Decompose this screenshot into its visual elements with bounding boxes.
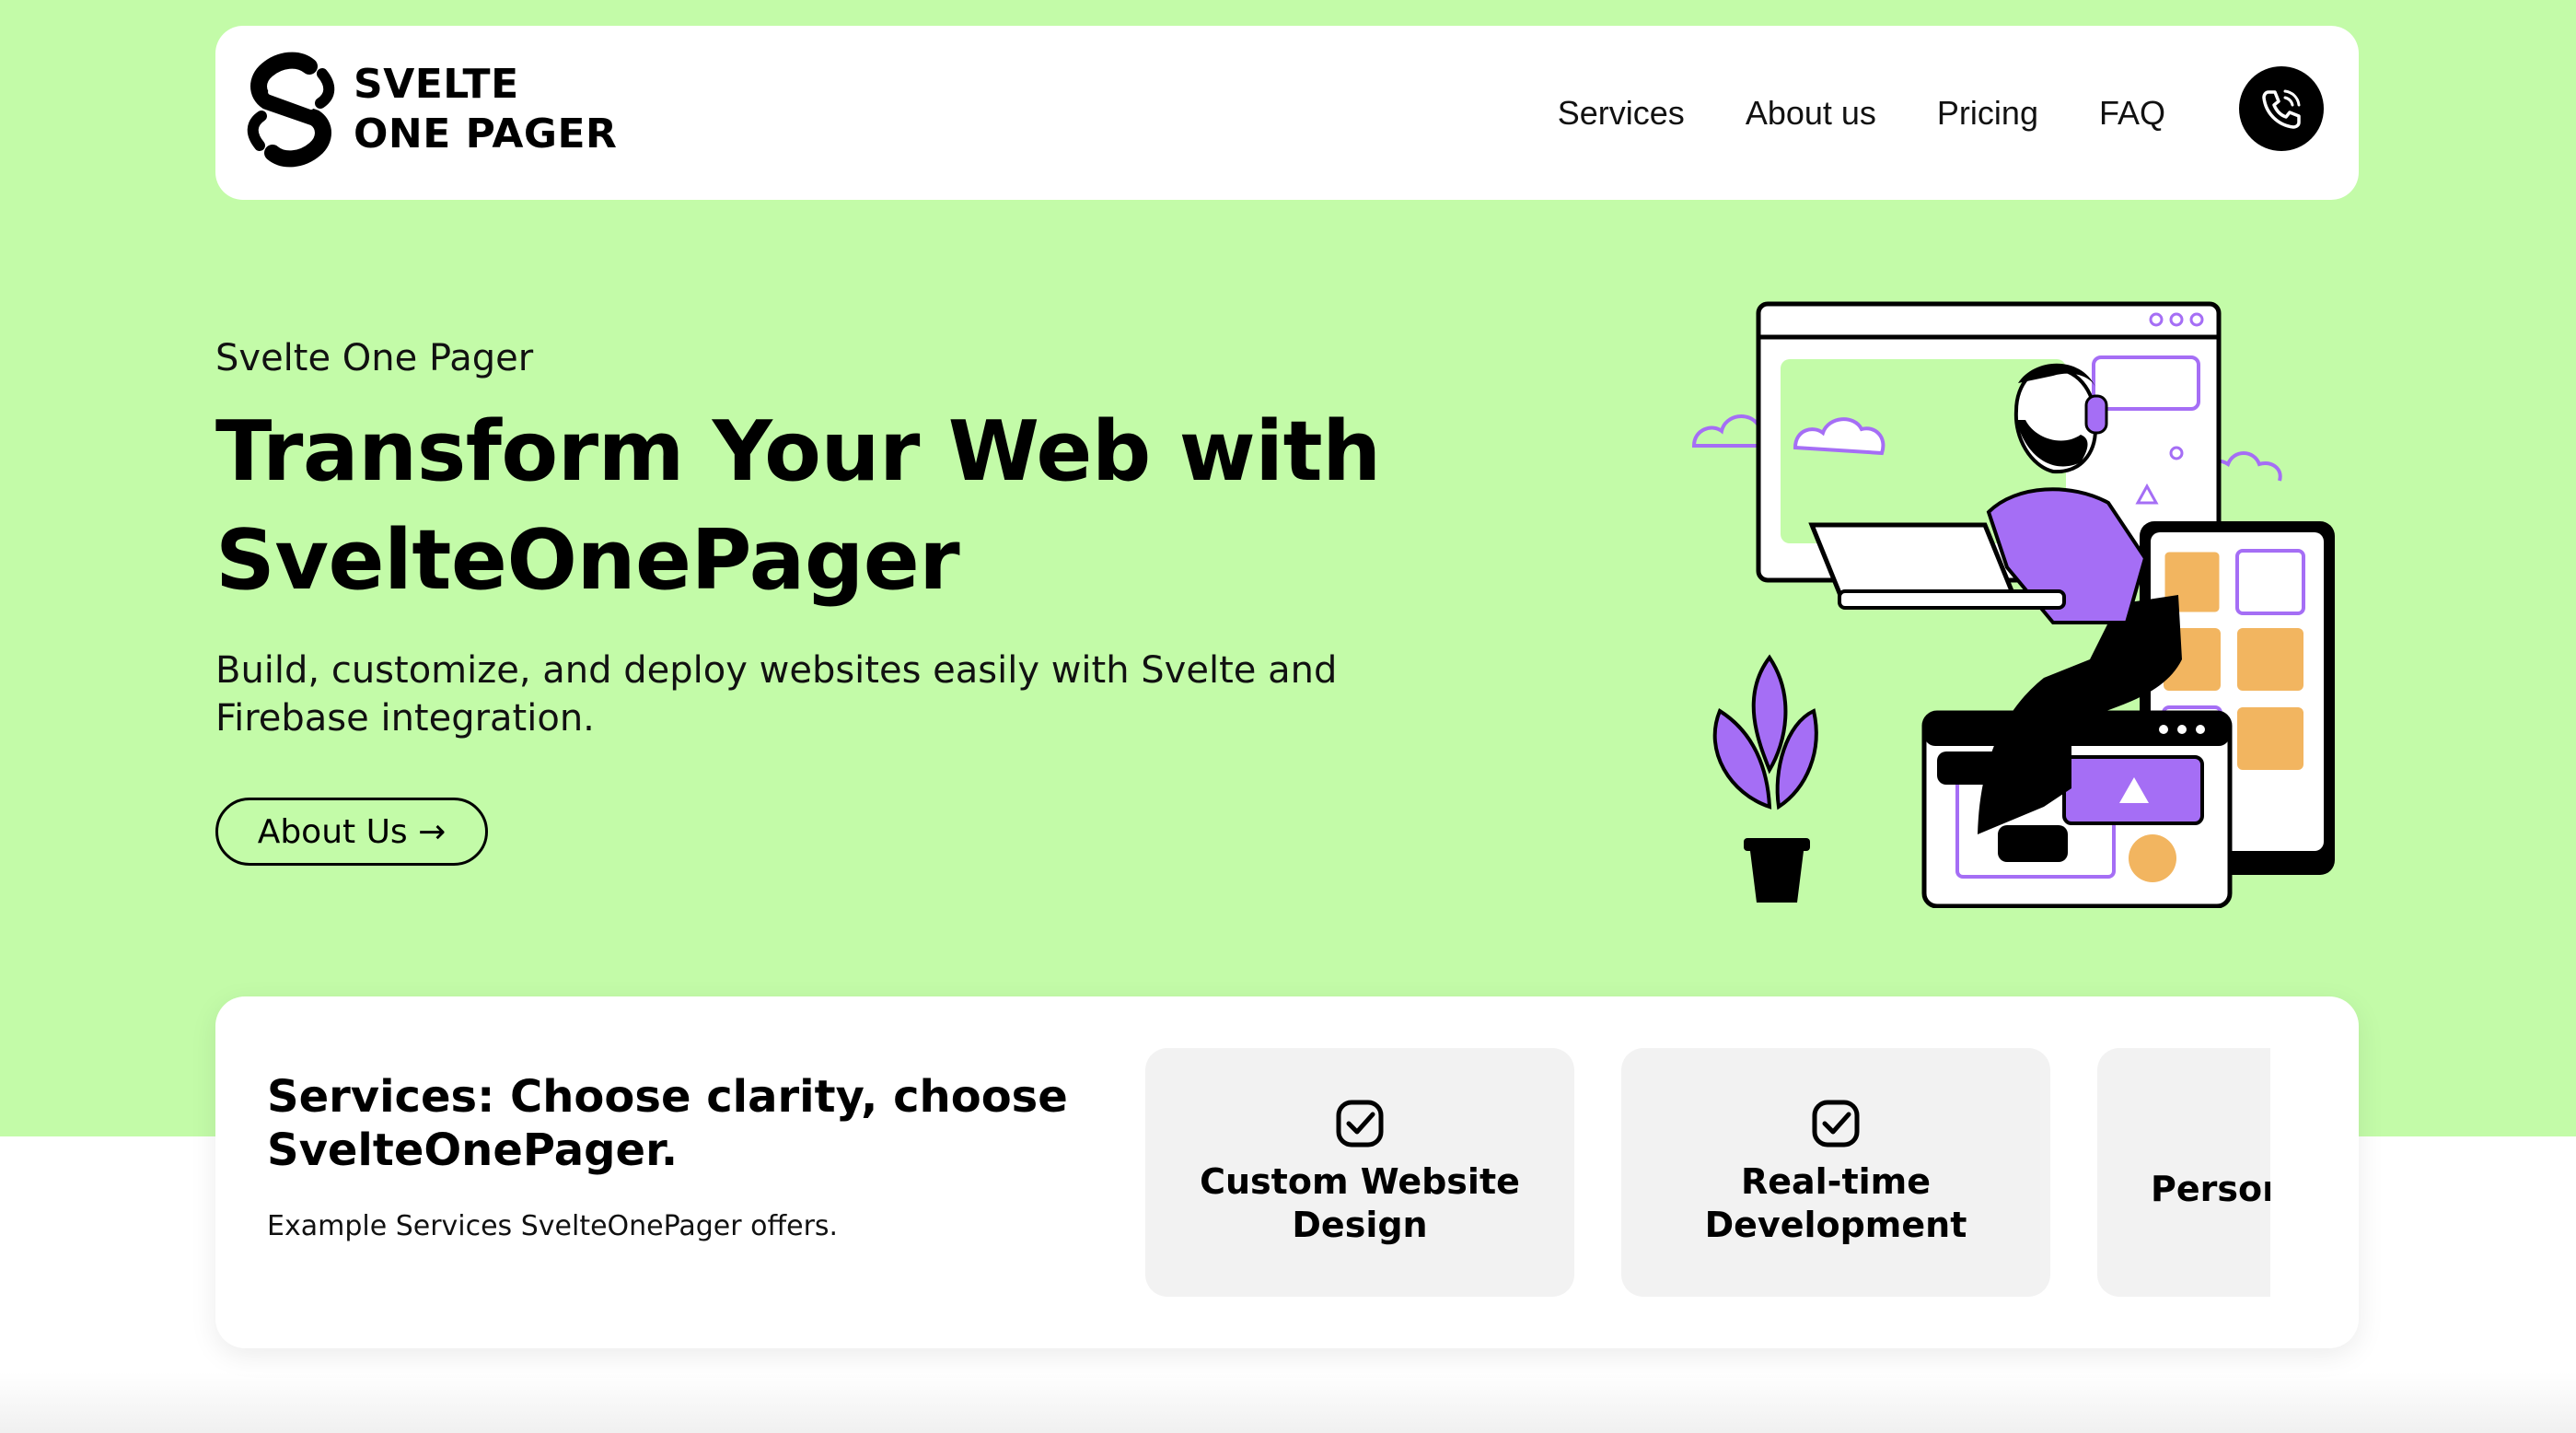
services-section: Services: Choose clarity, choose SvelteO… <box>215 996 2359 1348</box>
nav-link-faq[interactable]: FAQ <box>2099 94 2165 133</box>
media-card-icon <box>1921 710 2233 908</box>
page-bottom-shade <box>0 1372 2576 1433</box>
phone-icon <box>2262 89 2301 129</box>
svelte-logo-icon <box>247 52 335 168</box>
hero-description: Build, customize, and deploy websites ea… <box>215 649 1338 740</box>
checkbox-icon <box>1812 1100 1860 1148</box>
hero-eyebrow: Svelte One Pager <box>215 337 534 379</box>
service-card-custom-website-design[interactable]: Custom Website Design <box>1145 1048 1574 1297</box>
brand-logo[interactable]: SVELTE ONE PAGER <box>243 50 617 169</box>
services-title: Services: Choose clarity, choose SvelteO… <box>267 1071 1068 1176</box>
nav-link-pricing[interactable]: Pricing <box>1937 94 2038 133</box>
hero-title-line-2: SvelteOnePager <box>215 512 960 609</box>
hero-illustration <box>1691 301 2335 908</box>
nav-link-about-us[interactable]: About us <box>1746 94 1876 133</box>
call-button[interactable] <box>2239 66 2324 151</box>
plant-icon <box>1712 654 1818 903</box>
service-card-label: Real-time Development <box>1704 1161 1967 1245</box>
service-card-label: Person <box>2151 1169 2270 1209</box>
service-card-label: Custom Website Design <box>1200 1161 1520 1245</box>
nav-link-services[interactable]: Services <box>1558 94 1685 133</box>
service-card-personal[interactable]: Person <box>2097 1048 2270 1297</box>
hero-title-line-1: Transform Your Web with <box>215 403 1381 500</box>
services-subtitle: Example Services SvelteOnePager offers. <box>267 1210 839 1242</box>
checkbox-icon <box>1336 1100 1384 1148</box>
main-nav: Services About us Pricing FAQ <box>1558 26 2165 200</box>
brand-name: SVELTE ONE PAGER <box>354 60 617 159</box>
brand-line-2: ONE PAGER <box>354 111 618 157</box>
about-us-button[interactable]: About Us → <box>215 798 488 866</box>
site-header: SVELTE ONE PAGER Services About us Prici… <box>215 26 2359 200</box>
service-card-real-time-development[interactable]: Real-time Development <box>1621 1048 2050 1297</box>
services-carousel[interactable]: Custom Website Design Real-time Developm… <box>1145 1048 2270 1297</box>
brand-line-1: SVELTE <box>354 61 519 108</box>
hero-title: Transform Your Web with SvelteOnePager <box>215 398 1596 615</box>
